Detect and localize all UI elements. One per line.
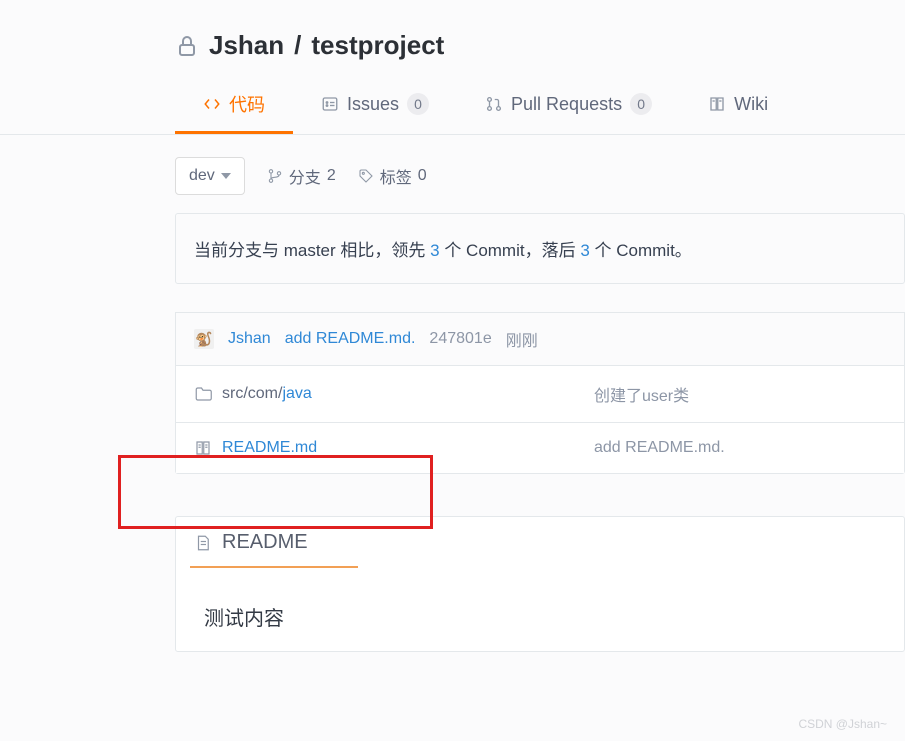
- document-icon: [194, 533, 212, 553]
- wiki-icon: [708, 95, 726, 113]
- pull-request-icon: [485, 95, 503, 113]
- branch-toolbar: dev 分支 2 标签 0: [175, 135, 905, 213]
- tab-code[interactable]: 代码: [175, 79, 293, 134]
- behind-count[interactable]: 3: [580, 241, 589, 260]
- file-commit-msg[interactable]: 创建了user类: [594, 382, 689, 406]
- repo-name[interactable]: testproject: [311, 30, 444, 61]
- commit-sha[interactable]: 247801e: [429, 330, 491, 348]
- tag-icon: [358, 168, 374, 184]
- readme-title: README: [222, 531, 308, 554]
- file-row[interactable]: src/com/java 创建了user类: [176, 366, 904, 422]
- lock-icon: [175, 32, 199, 60]
- code-icon: [203, 95, 221, 113]
- readme-content: 测试内容: [176, 568, 904, 651]
- commit-message[interactable]: add README.md.: [285, 330, 416, 348]
- file-link[interactable]: java: [282, 385, 311, 402]
- latest-commit: 🐒 Jshan add README.md. 247801e 刚刚: [175, 312, 905, 365]
- commit-time: 刚刚: [506, 327, 538, 351]
- tags-link[interactable]: 标签 0: [358, 164, 427, 188]
- file-list: src/com/java 创建了user类 README.md add READ…: [175, 365, 905, 474]
- folder-icon: [194, 385, 212, 403]
- repo-owner[interactable]: Jshan: [209, 30, 284, 61]
- caret-down-icon: [221, 173, 231, 179]
- readme-panel: README 测试内容: [175, 516, 905, 652]
- repo-title: Jshan / testproject: [175, 0, 905, 79]
- issues-count: 0: [407, 93, 429, 115]
- prs-count: 0: [630, 93, 652, 115]
- repo-tabs: 代码 Issues 0 Pull Requests 0 Wiki: [0, 79, 905, 135]
- commit-user[interactable]: Jshan: [228, 330, 271, 348]
- tab-wiki[interactable]: Wiki: [680, 79, 796, 134]
- file-link[interactable]: README.md: [222, 439, 317, 457]
- avatar[interactable]: 🐒: [194, 329, 214, 349]
- issues-icon: [321, 95, 339, 113]
- watermark: CSDN @Jshan~: [798, 717, 887, 731]
- branches-link[interactable]: 分支 2: [267, 164, 336, 188]
- branch-icon: [267, 168, 283, 184]
- readme-header: README: [176, 517, 904, 566]
- tab-pull-requests[interactable]: Pull Requests 0: [457, 79, 680, 134]
- tab-issues[interactable]: Issues 0: [293, 79, 457, 134]
- ahead-count[interactable]: 3: [430, 241, 439, 260]
- branch-compare-notice: 当前分支与 master 相比，领先 3 个 Commit，落后 3 个 Com…: [175, 213, 905, 284]
- file-row[interactable]: README.md add README.md.: [176, 422, 904, 473]
- branch-selector[interactable]: dev: [175, 157, 245, 195]
- file-commit-msg[interactable]: add README.md.: [594, 439, 725, 457]
- readme-icon: [194, 439, 212, 457]
